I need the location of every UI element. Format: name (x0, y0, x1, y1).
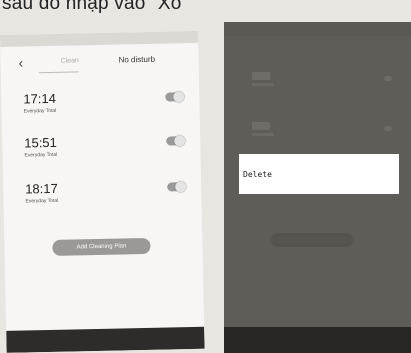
delete-option[interactable]: Delete (243, 170, 272, 179)
plan-repeat: Everyday Total (25, 197, 59, 205)
add-cleaning-plan-button[interactable]: Add Cleaning Plan (52, 237, 151, 256)
cleaning-plan-row[interactable]: 15:51 Everyday Total (24, 132, 185, 171)
dimmed-plan-repeat (252, 83, 274, 86)
dimmed-plan-toggle (384, 126, 392, 131)
plan-repeat: Everyday Total (24, 151, 58, 159)
dimmed-plan-row (252, 122, 402, 146)
top-nav: ‹ Clean No disturb (0, 43, 199, 77)
context-menu: Delete (239, 154, 399, 194)
status-bar (224, 22, 411, 36)
page-caption: sau đó nhập vào "Xo (2, 0, 182, 14)
plan-time: 15:51 (24, 134, 57, 151)
dimmed-plan-toggle (384, 76, 392, 81)
plan-toggle[interactable] (167, 182, 186, 192)
dimmed-plan-time (252, 122, 270, 130)
dimmed-plan-repeat (252, 133, 274, 136)
tab-underline (38, 71, 79, 74)
back-arrow-icon[interactable]: ‹ (18, 55, 23, 71)
cleaning-plan-row[interactable]: 17:14 Everyday Total (23, 88, 184, 127)
plan-repeat: Everyday Total (23, 107, 57, 115)
bottom-navigation-bar (6, 326, 205, 353)
delete-menu-screen: Delete (224, 22, 411, 353)
no-disturb-screen: ‹ Clean No disturb 17:14 Everyday Total … (0, 30, 205, 353)
tab-no-disturb[interactable]: No disturb (118, 55, 155, 65)
dimmed-plan-time (252, 72, 270, 80)
cleaning-plan-row[interactable]: 18:17 Everyday Total (25, 178, 186, 217)
dimmed-add-plan-button (271, 233, 353, 247)
plan-time: 18:17 (25, 180, 58, 197)
dimmed-plan-row (252, 72, 402, 96)
plan-time: 17:14 (23, 90, 57, 107)
plan-toggle[interactable] (165, 92, 184, 102)
plan-toggle[interactable] (166, 136, 185, 146)
tab-clean[interactable]: Clean (60, 57, 78, 64)
bottom-navigation-bar (224, 327, 411, 353)
